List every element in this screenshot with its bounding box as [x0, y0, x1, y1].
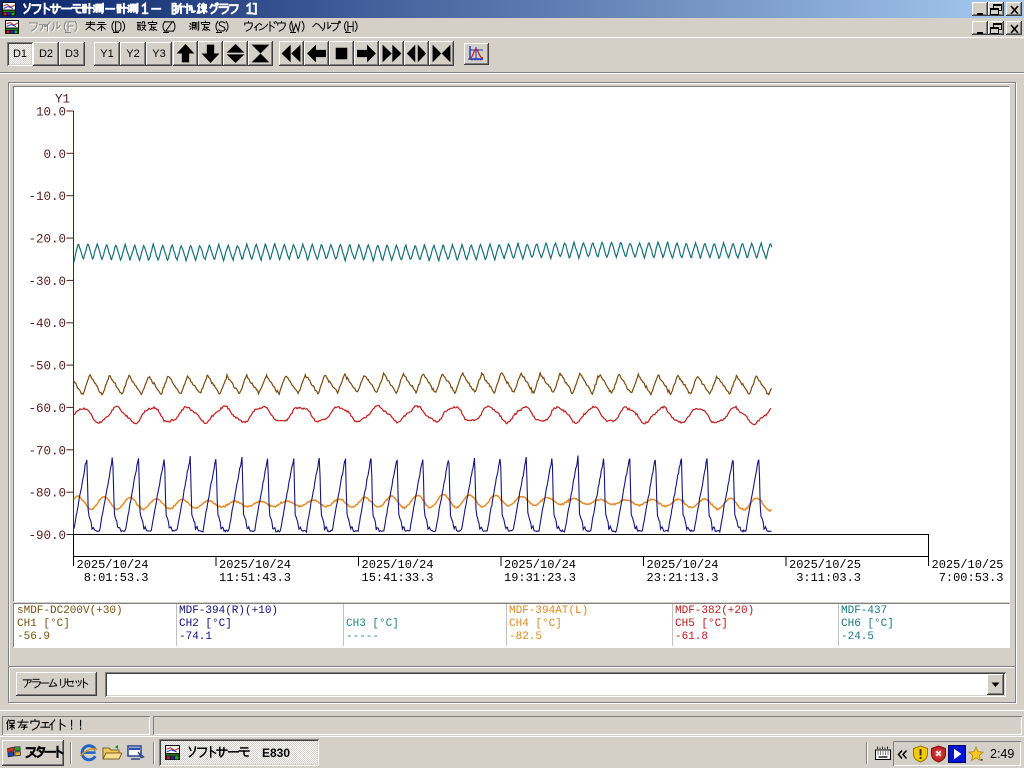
svg-text:-70.0: -70.0	[28, 444, 66, 458]
svg-text:-90.0: -90.0	[28, 529, 66, 543]
svg-text:-10.0: -10.0	[28, 190, 66, 204]
svg-text:2025/10/25: 2025/10/25	[789, 558, 861, 572]
svg-text:15:41:33.3: 15:41:33.3	[362, 571, 434, 585]
svg-text:10.0: 10.0	[36, 106, 66, 120]
svg-text:2025/10/25: 2025/10/25	[932, 558, 1004, 572]
svg-text:2025/10/24: 2025/10/24	[504, 558, 576, 572]
svg-text:11:51:43.3: 11:51:43.3	[219, 571, 291, 585]
svg-text:8:01:53.3: 8:01:53.3	[77, 571, 149, 585]
svg-text:3:11:03.3: 3:11:03.3	[789, 571, 861, 585]
svg-text:2025/10/24: 2025/10/24	[647, 558, 719, 572]
svg-text:-50.0: -50.0	[28, 360, 66, 374]
svg-text:-60.0: -60.0	[28, 402, 66, 416]
svg-text:19:31:23.3: 19:31:23.3	[504, 571, 576, 585]
svg-text:7:00:53.3: 7:00:53.3	[932, 571, 1004, 585]
svg-text:-40.0: -40.0	[28, 317, 66, 331]
svg-text:-30.0: -30.0	[28, 275, 66, 289]
svg-text:23:21:13.3: 23:21:13.3	[647, 571, 719, 585]
svg-text:2025/10/24: 2025/10/24	[77, 558, 149, 572]
svg-text:2025/10/24: 2025/10/24	[219, 558, 291, 572]
svg-text:0.0: 0.0	[43, 148, 66, 162]
svg-text:-80.0: -80.0	[28, 487, 66, 501]
svg-text:2025/10/24: 2025/10/24	[362, 558, 434, 572]
svg-text:-20.0: -20.0	[28, 233, 66, 247]
svg-text:Y1: Y1	[55, 93, 70, 107]
